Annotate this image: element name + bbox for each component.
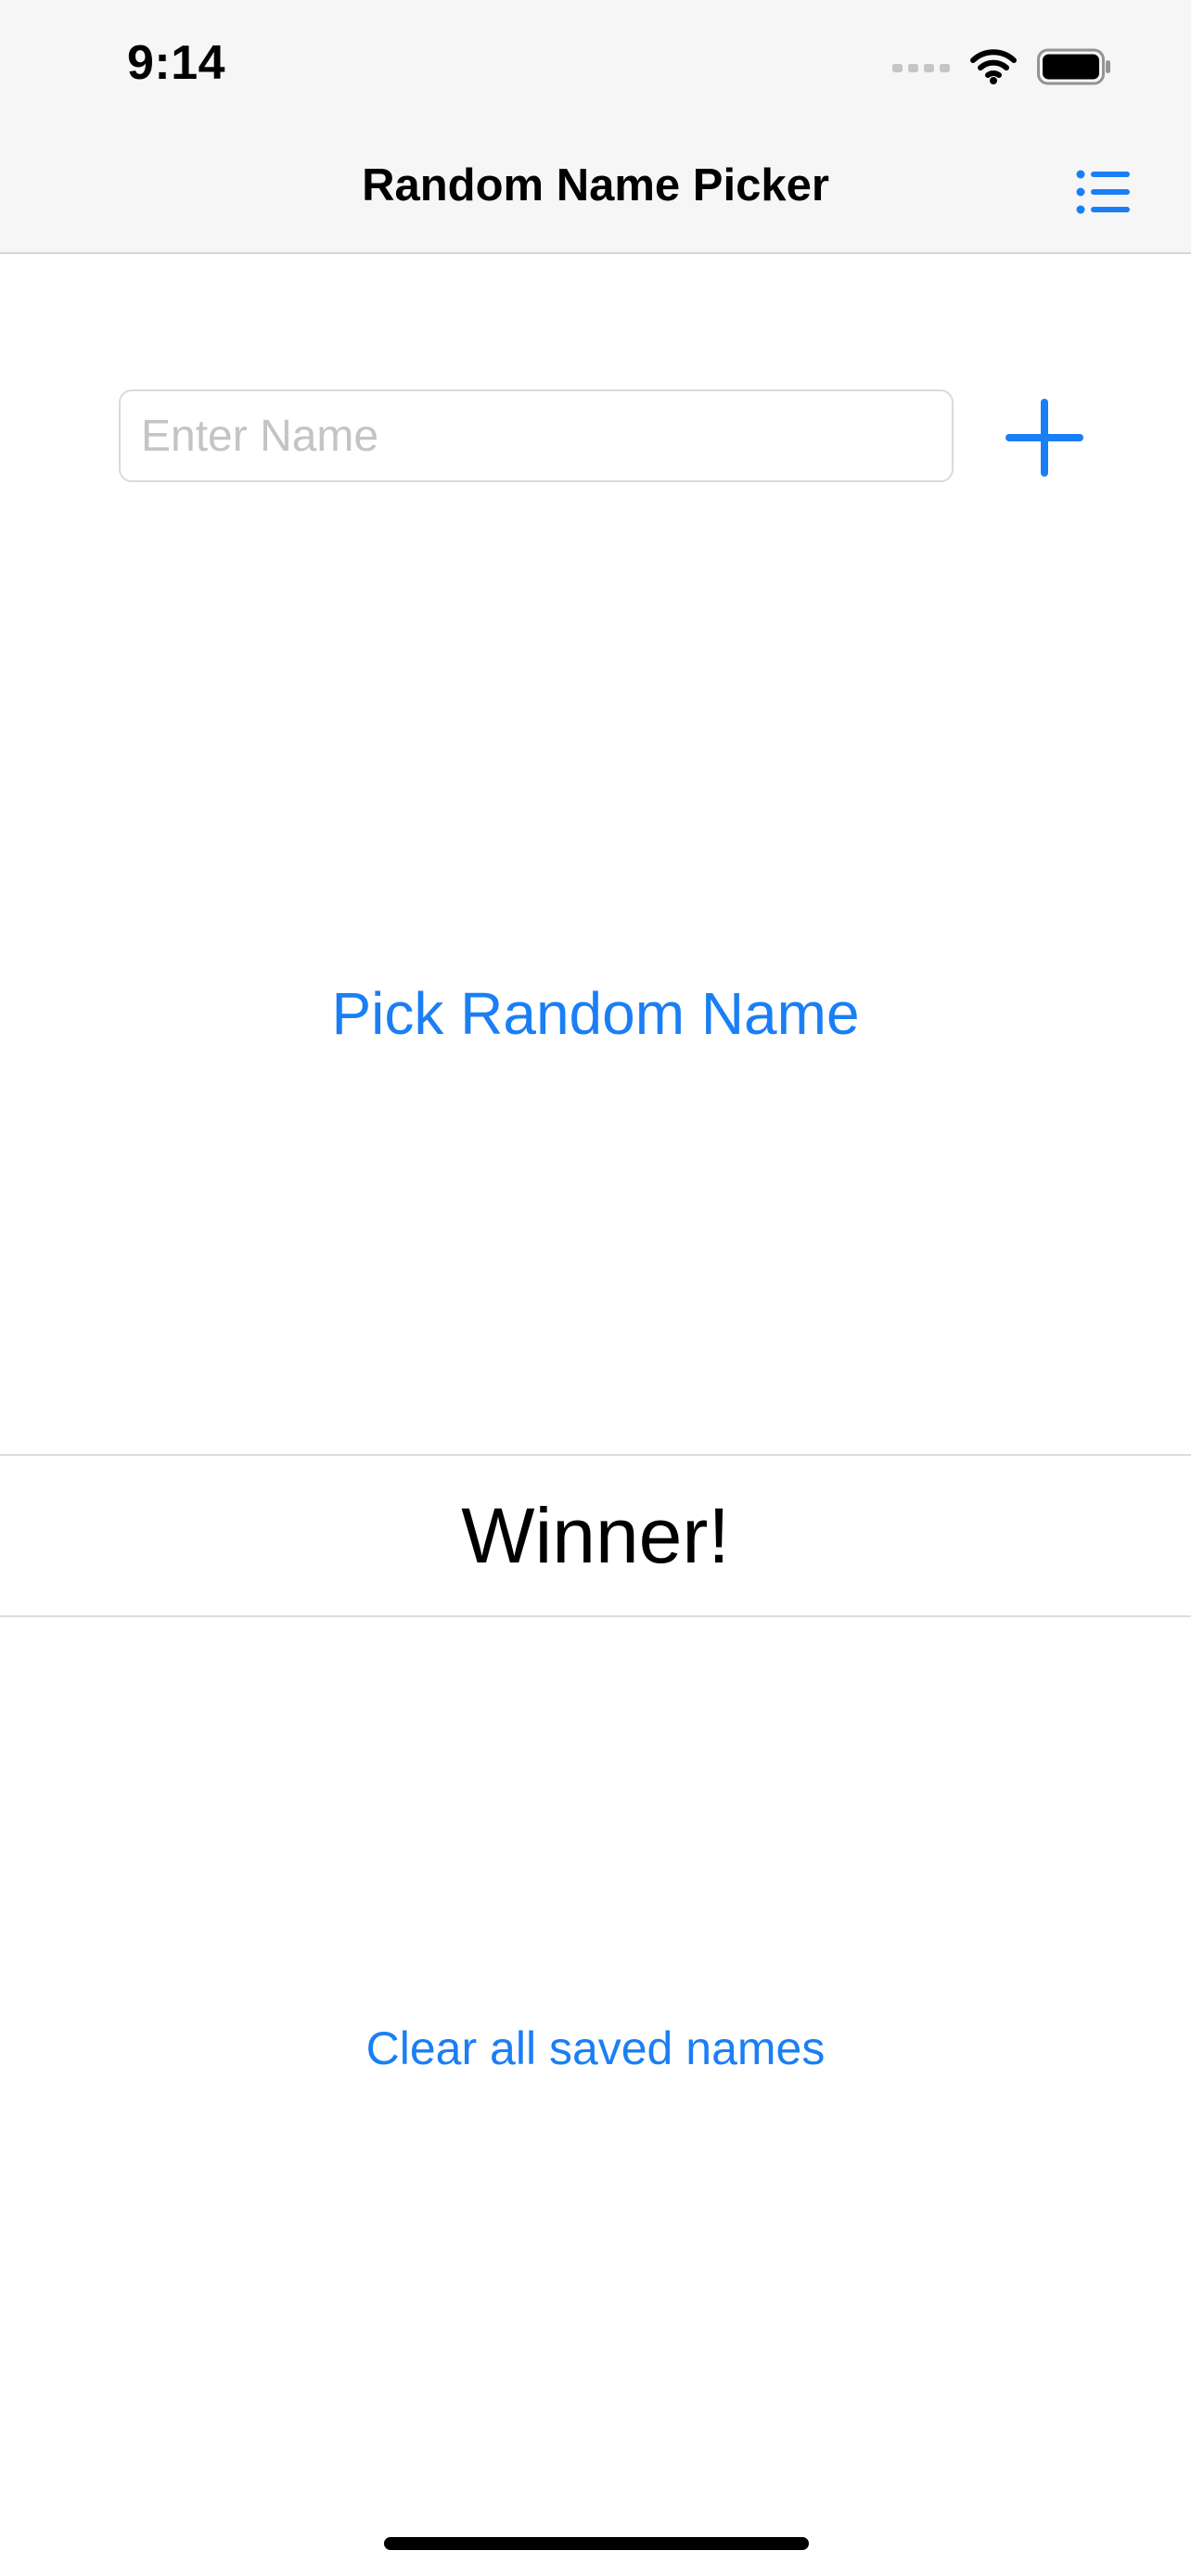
- name-input[interactable]: [119, 389, 954, 482]
- saved-names-list-button[interactable]: [1076, 169, 1132, 215]
- top-bar: 9:14 Random Name Picker: [0, 0, 1191, 254]
- winner-label: Winner!: [461, 1491, 730, 1579]
- battery-icon: [1037, 48, 1110, 85]
- status-icons: [892, 46, 1111, 87]
- list-icon: [1076, 170, 1130, 214]
- plus-icon: [1005, 399, 1083, 477]
- nav-title: Random Name Picker: [362, 160, 829, 210]
- home-indicator: [384, 2537, 809, 2550]
- add-name-button[interactable]: [1004, 397, 1085, 478]
- winner-display: Winner!: [0, 1454, 1191, 1617]
- wifi-icon: [970, 49, 1017, 84]
- clear-saved-names-button[interactable]: Clear all saved names: [0, 2021, 1191, 2075]
- pick-random-name-button[interactable]: Pick Random Name: [0, 979, 1191, 1048]
- status-time: 9:14: [127, 36, 226, 90]
- cellular-signal-icon: [892, 64, 950, 72]
